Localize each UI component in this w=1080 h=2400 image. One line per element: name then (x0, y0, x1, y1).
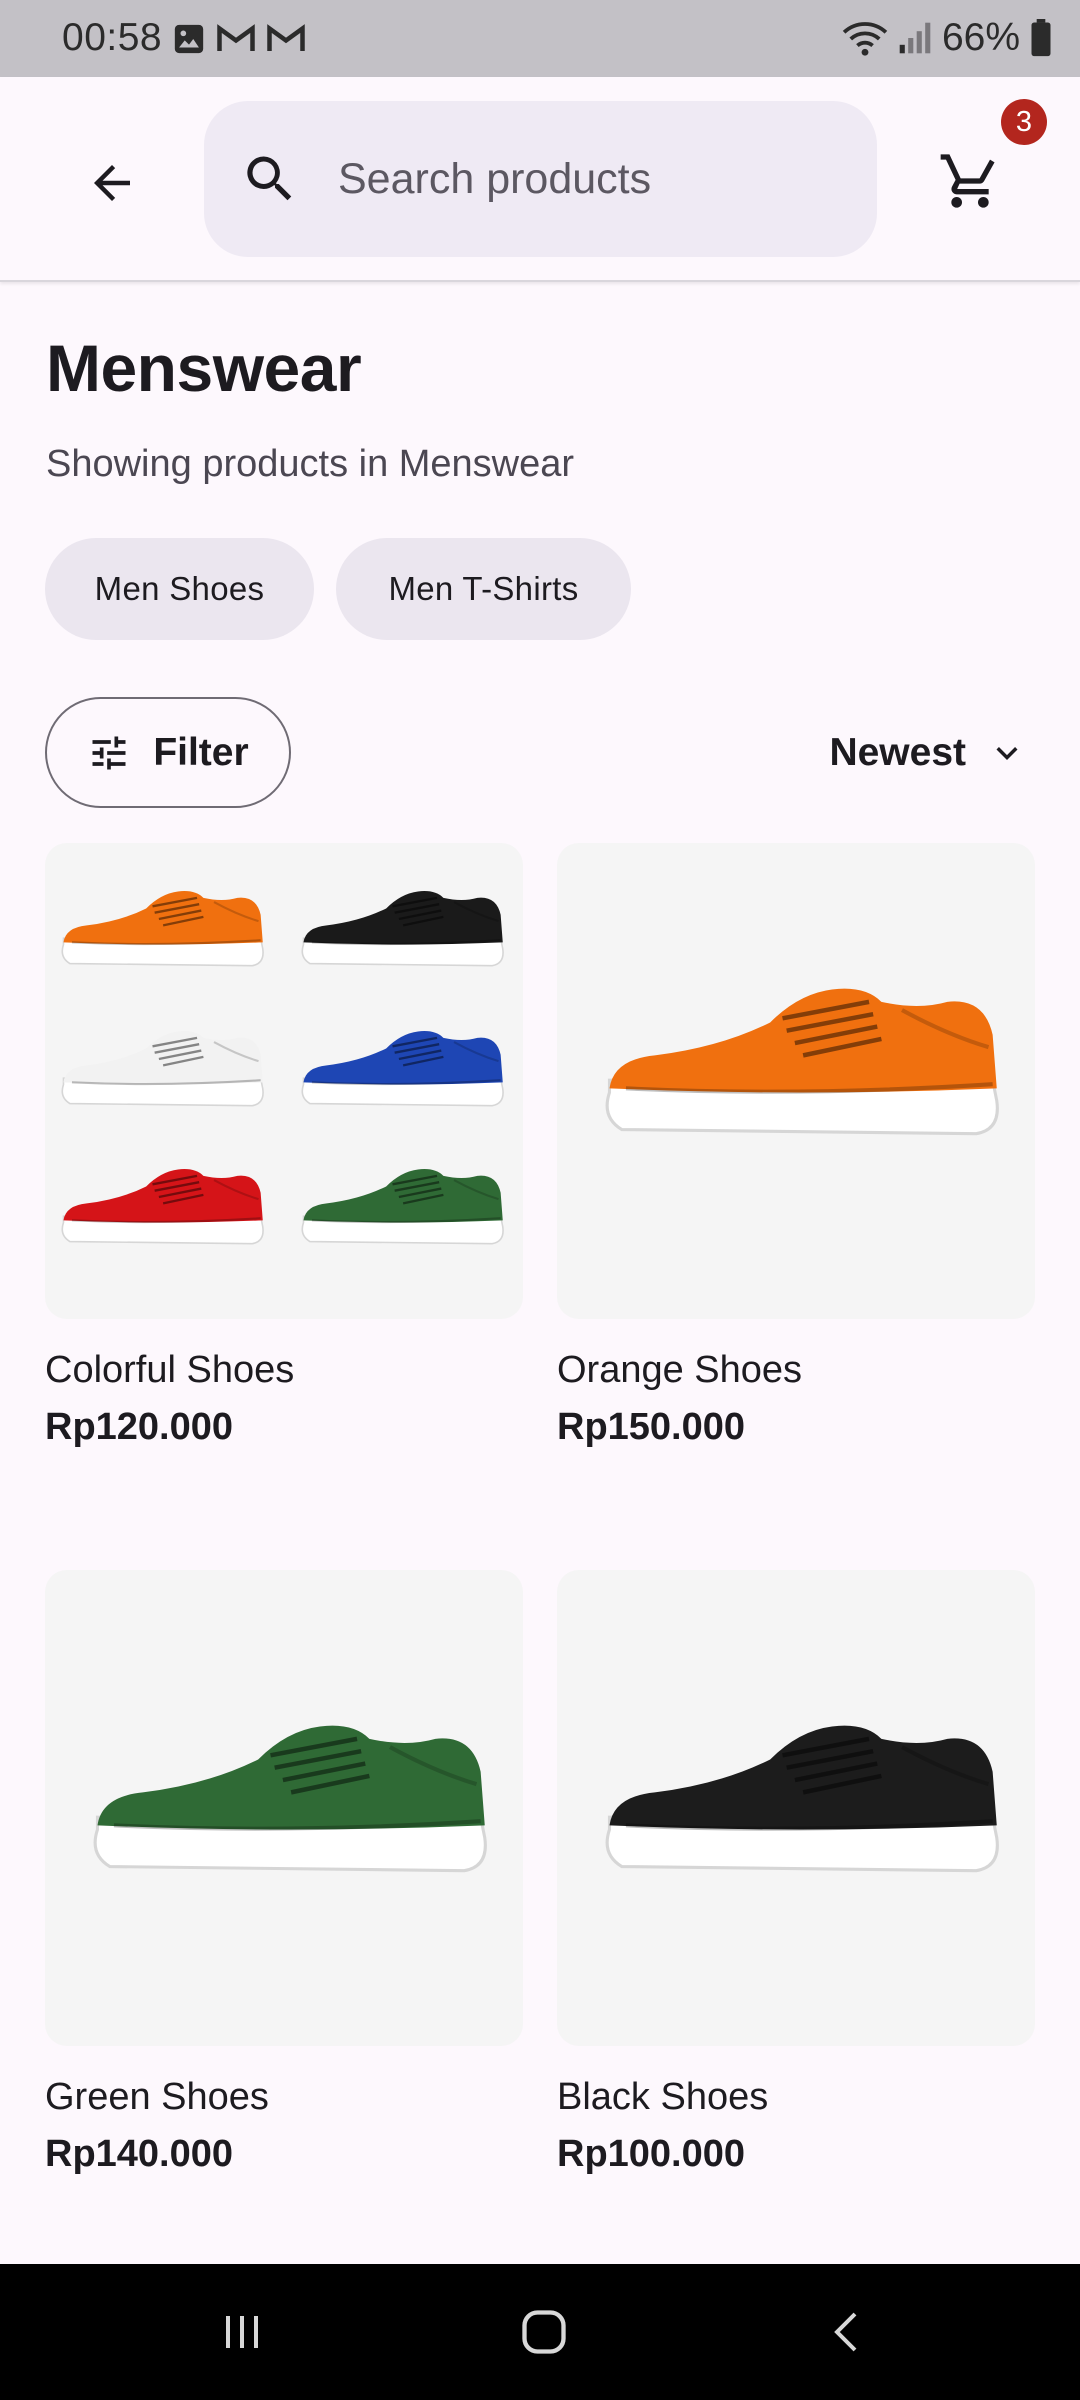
product-image (45, 843, 523, 1319)
product-price: Rp150.000 (557, 1406, 746, 1448)
product-name: Orange Shoes (557, 1349, 803, 1391)
home-button[interactable] (504, 2292, 584, 2372)
cart-count-badge: 3 (1001, 99, 1047, 145)
cart-button[interactable] (930, 141, 1010, 221)
search-input[interactable] (338, 101, 838, 257)
status-bar: 00:58 66% (0, 0, 1080, 77)
product-card[interactable]: Green Shoes Rp140.000 (45, 1570, 523, 2176)
chip-label: Men Shoes (94, 570, 265, 607)
shoe-blue (301, 1029, 505, 1107)
product-name: Colorful Shoes (45, 1349, 295, 1391)
search-bar[interactable] (204, 101, 877, 257)
page-title: Menswear (46, 331, 362, 405)
shopping-cart-icon (940, 154, 995, 208)
recent-apps-button[interactable] (202, 2292, 282, 2372)
wifi-icon (842, 22, 888, 56)
app-bar: 3 (0, 77, 1080, 282)
chip-men-shoes[interactable]: Men Shoes (45, 538, 314, 640)
page-subtitle: Showing products in Menswear (46, 443, 575, 485)
sort-label: Newest (829, 731, 966, 774)
search-icon (247, 156, 292, 201)
shoe-white (61, 1029, 265, 1107)
product-price: Rp120.000 (45, 1406, 234, 1448)
shoe-orange (607, 989, 997, 1134)
signal-icon (899, 22, 931, 54)
filter-button[interactable]: Filter (45, 697, 291, 808)
product-card[interactable]: Colorful Shoes Rp120.000 (45, 843, 523, 1449)
gmail-icon (217, 24, 255, 51)
shoe-black (607, 1726, 997, 1871)
shoe-green (301, 1167, 505, 1245)
status-time: 00:58 (62, 16, 163, 59)
back-nav-icon (834, 2312, 857, 2352)
product-image (557, 1570, 1035, 2046)
shoe-green (95, 1726, 485, 1871)
product-price: Rp100.000 (557, 2133, 746, 2175)
chip-men-t-shirts[interactable]: Men T-Shirts (336, 538, 631, 640)
chip-label: Men T-Shirts (388, 570, 579, 607)
gallery-icon (174, 24, 204, 54)
gmail-icon (267, 24, 305, 51)
product-name: Black Shoes (557, 2076, 769, 2118)
back-nav-button[interactable] (807, 2292, 887, 2372)
recent-apps-icon (226, 2316, 258, 2348)
battery-icon (1031, 19, 1051, 57)
home-icon (522, 2310, 566, 2354)
product-card[interactable]: Orange Shoes Rp150.000 (557, 843, 1035, 1449)
back-button[interactable] (72, 143, 152, 223)
filter-label: Filter (153, 730, 249, 774)
product-price: Rp140.000 (45, 2133, 234, 2175)
shoe-black (301, 889, 505, 967)
sort-dropdown[interactable]: Newest (829, 715, 1028, 791)
shoe-red (61, 1167, 265, 1245)
chevron-down-icon (996, 747, 1018, 760)
product-card[interactable]: Black Shoes Rp100.000 (557, 1570, 1035, 2176)
shoe-orange (61, 889, 265, 967)
tune-icon (92, 736, 126, 769)
battery-level: 66% (941, 16, 1020, 59)
system-nav-bar (0, 2264, 1080, 2400)
notification-icons (172, 20, 306, 58)
product-image (45, 1570, 523, 2046)
arrow-back-icon (94, 165, 130, 201)
product-image (557, 843, 1035, 1319)
product-name: Green Shoes (45, 2076, 269, 2118)
system-icons: 66% (842, 14, 1052, 62)
